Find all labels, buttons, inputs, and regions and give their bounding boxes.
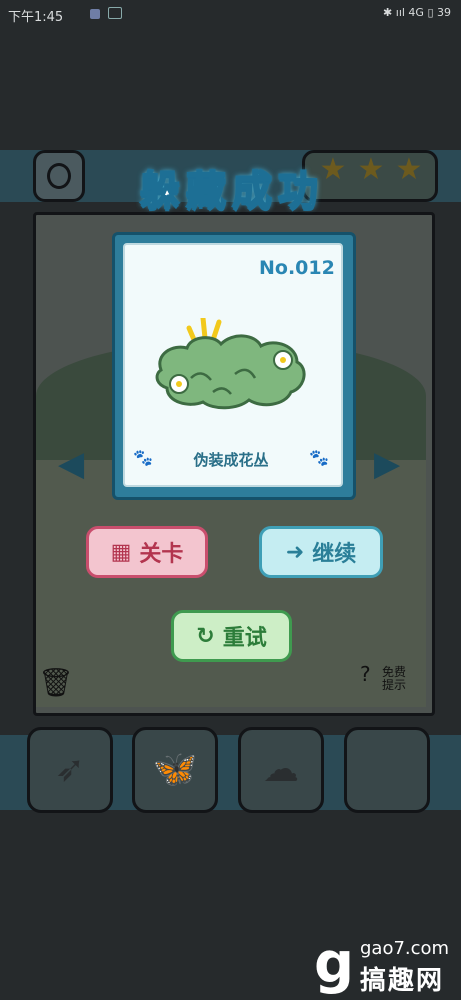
grid-icon: ▦ xyxy=(110,539,132,565)
free-hint-label: 免费 提示 xyxy=(382,665,407,692)
item-slot-empty[interactable] xyxy=(344,727,430,813)
card-name: 伪装成花丛 xyxy=(193,451,269,469)
empty-slot xyxy=(347,730,427,810)
item-slot-butterfly[interactable]: 🦋 xyxy=(132,727,218,813)
dart-icon: ➶ xyxy=(54,749,86,790)
paw-icon: 🐾 xyxy=(309,448,329,467)
bush-icon: ☁ xyxy=(263,749,299,790)
status-bar: 下午1:45 ✱ ııl 4G ▯ 39 xyxy=(0,0,461,28)
watermark-logo: g xyxy=(314,931,355,996)
item-slot-dart[interactable]: ➶ xyxy=(27,727,113,813)
watermark-name: 搞趣网 xyxy=(360,966,445,996)
retry-label: 重试 xyxy=(222,626,267,651)
butterfly-icon: 🦋 xyxy=(152,749,198,790)
watermark-site: gao7.com xyxy=(360,938,450,959)
level-select-button[interactable]: ▦ 关卡 xyxy=(86,526,208,578)
item-slot-bush[interactable]: ☁ xyxy=(238,727,324,813)
retry-icon: ↻ xyxy=(196,623,215,649)
card-number: No.012 xyxy=(259,257,335,279)
question-icon: ? xyxy=(360,662,371,686)
flower-bush-image xyxy=(155,318,306,410)
flower-icon xyxy=(169,374,189,394)
continue-button[interactable]: ➜ 继续 xyxy=(259,526,383,578)
dialog-title: 躲藏成功 xyxy=(139,167,324,215)
retry-button[interactable]: ↻ 重试 xyxy=(171,610,292,662)
star-icon: ★ xyxy=(395,152,423,187)
continue-label: 继续 xyxy=(312,542,357,567)
notification-icon xyxy=(90,9,100,19)
star-icon: ★ xyxy=(357,152,385,187)
level-select-label: 关卡 xyxy=(139,542,184,567)
flower-icon xyxy=(273,350,293,370)
trash-icon[interactable]: 🗑 xyxy=(38,666,74,702)
status-time: 下午1:45 xyxy=(8,10,64,25)
pause-button[interactable] xyxy=(33,150,85,202)
right-arrow-icon[interactable]: ▶ xyxy=(374,444,400,484)
tv-icon xyxy=(108,7,122,19)
left-arrow-icon[interactable]: ◀ xyxy=(58,444,84,484)
arrow-right-icon: ➜ xyxy=(285,539,305,565)
status-icons: ✱ ııl 4G ▯ 39 xyxy=(383,6,451,19)
